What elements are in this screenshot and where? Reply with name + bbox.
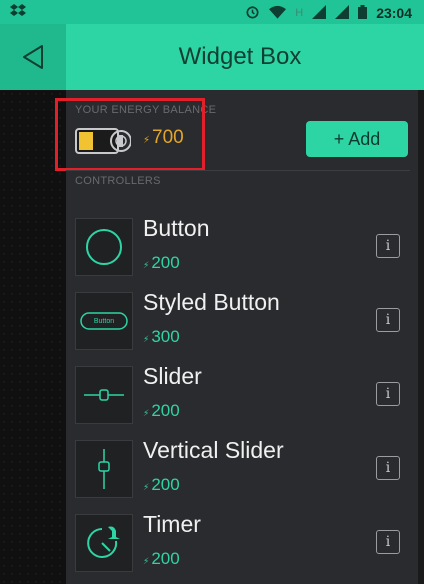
styled-button-icon: Button — [75, 292, 133, 350]
widget-item-timer[interactable]: Timer ⚡ 200 i — [66, 511, 418, 584]
info-button[interactable]: i — [376, 456, 400, 480]
slider-icon — [75, 366, 133, 424]
widget-cost: ⚡ 200 — [143, 475, 180, 494]
energy-balance-value: ⚡ 700 — [143, 127, 184, 149]
circle-button-icon — [75, 218, 133, 276]
add-energy-button[interactable]: + Add — [306, 121, 408, 157]
status-bar: H 23:04 — [0, 0, 424, 24]
dropbox-icon — [10, 4, 26, 21]
energy-amount: 700 — [152, 127, 184, 148]
signal-icon — [312, 4, 327, 22]
controllers-label: CONTROLLERS — [75, 175, 161, 187]
widget-cost: ⚡ 200 — [143, 253, 180, 272]
energy-currency-icon: ⚡ — [143, 135, 151, 146]
styled-button-icon-text: Button — [93, 317, 115, 325]
status-time: 23:04 — [376, 5, 412, 21]
widget-cost: ⚡ 200 — [143, 401, 180, 420]
signal-h-icon: H — [295, 7, 304, 19]
widget-item-styled-button[interactable]: Button Styled Button ⚡ 300 i — [66, 289, 418, 362]
widget-item-button[interactable]: Button ⚡ 200 i — [66, 215, 418, 288]
app-header: Widget Box — [0, 24, 424, 90]
info-button[interactable]: i — [376, 530, 400, 554]
info-button[interactable]: i — [376, 234, 400, 258]
info-button[interactable]: i — [376, 308, 400, 332]
widget-name: Styled Button — [143, 289, 280, 315]
battery-icon — [358, 4, 368, 22]
widget-item-slider[interactable]: Slider ⚡ 200 i — [66, 363, 418, 436]
info-button[interactable]: i — [376, 382, 400, 406]
page-title: Widget Box — [178, 43, 302, 70]
wifi-icon — [269, 5, 287, 22]
right-edge — [418, 90, 424, 584]
battery-icon — [75, 126, 132, 156]
signal-icon-2 — [335, 4, 350, 22]
widget-name: Timer — [143, 511, 201, 537]
widget-name: Slider — [143, 363, 202, 389]
back-button[interactable] — [0, 24, 66, 90]
widget-cost: ⚡ 200 — [143, 549, 180, 568]
vertical-slider-icon — [75, 440, 133, 498]
widget-name: Vertical Slider — [143, 437, 284, 463]
alarm-icon — [245, 4, 260, 22]
widget-name: Button — [143, 215, 210, 241]
section-divider — [66, 170, 410, 171]
widget-cost: ⚡ 300 — [143, 327, 180, 346]
timer-icon — [75, 514, 133, 572]
widget-item-vertical-slider[interactable]: Vertical Slider ⚡ 200 i — [66, 437, 418, 510]
back-arrow-icon — [23, 45, 43, 69]
